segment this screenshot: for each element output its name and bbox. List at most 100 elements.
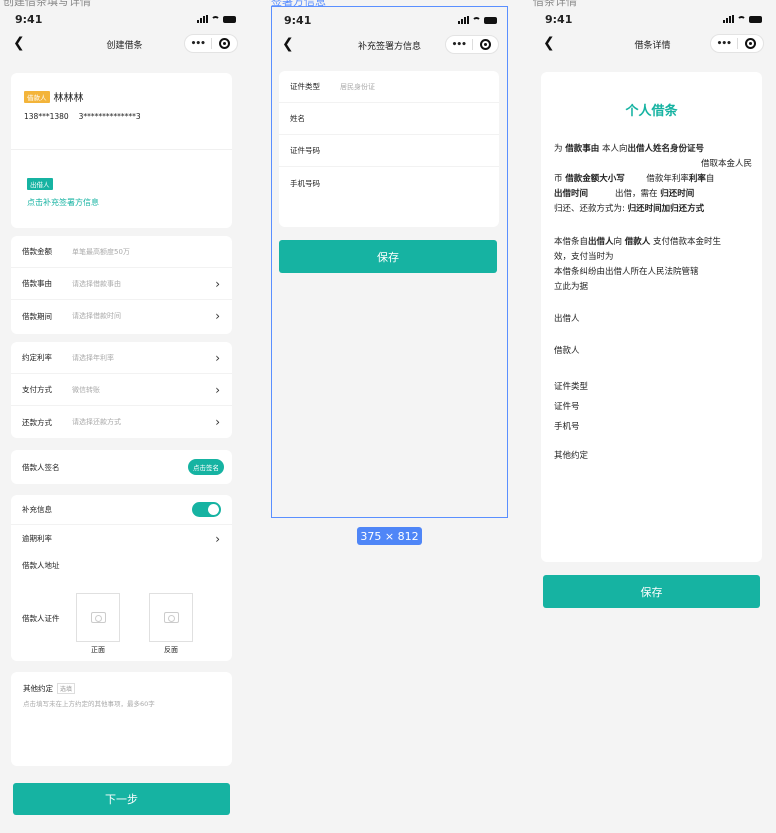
borrower-tag: 借款人 — [24, 90, 50, 103]
doc-field: 借款人 — [624, 237, 651, 247]
amount-row[interactable]: 借款金额 单笔最高额度50万 — [11, 236, 232, 268]
borrower-block: 借款人 林林林 138***1380 3**************3 — [11, 73, 232, 121]
pay-label: 支付方式 — [22, 385, 52, 394]
save-button[interactable]: 保存 — [543, 575, 760, 608]
loan-terms-card: 约定利率 请选择年利率 › 支付方式 微信转账 › 还款方式 请选择还款方式 › — [11, 342, 232, 438]
doc-field: 归还时间 — [660, 189, 695, 199]
chevron-right-icon: › — [215, 382, 220, 397]
save-button[interactable]: 保存 — [279, 240, 497, 273]
overdue-row[interactable]: 逾期利率 › — [11, 525, 232, 552]
page-title: 创建借条 — [106, 40, 143, 51]
status-time: 9:41 — [284, 13, 312, 27]
camera-icon — [163, 612, 179, 623]
address-label[interactable]: 借款人地址 — [22, 560, 72, 571]
doc-lender: 出借人 — [554, 314, 580, 324]
back-icon[interactable]: ❮ — [13, 36, 25, 50]
status-bar: 9:41 — [272, 7, 507, 33]
chevron-right-icon: › — [215, 350, 220, 365]
signature-card: 借款人签名 点击签名 — [11, 450, 232, 484]
loan-basic-card: 借款金额 单笔最高额度50万 借款事由 请选择借款事由 › 借款期间 请选择借款时间 › — [11, 236, 232, 334]
doc-text: 本借条自 — [554, 237, 589, 247]
certno-label: 证件号码 — [290, 146, 320, 155]
iou-body: 为 借款事由 本人向出借人姓名身份证号 借取本金人民 币 借款金额大小写 借款年… — [541, 119, 762, 464]
doc-phone: 手机号 — [554, 422, 580, 432]
more-icon[interactable]: ••• — [711, 39, 737, 49]
mini-program-capsule: ••• — [710, 34, 764, 53]
wifi-icon — [211, 15, 220, 23]
pay-select[interactable]: 微信转账 — [72, 385, 100, 395]
period-row[interactable]: 借款期间 请选择借款时间 › — [11, 300, 232, 332]
chevron-right-icon: › — [215, 415, 220, 429]
period-select[interactable]: 请选择借款时间 — [72, 311, 121, 321]
certtype-label: 证件类型 — [290, 82, 320, 91]
repay-row[interactable]: 还款方式 请选择还款方式 › — [11, 406, 232, 438]
iou-document: 个人借条 为 借款事由 本人向出借人姓名身份证号 借取本金人民 币 借款金额大小… — [541, 72, 762, 562]
doc-field: 借款事由 — [565, 144, 600, 154]
other-label: 其他约定 — [23, 684, 53, 693]
phone-label: 手机号码 — [290, 178, 320, 188]
signal-icon — [723, 15, 734, 23]
reason-select[interactable]: 请选择借款事由 — [72, 279, 121, 289]
phone-row[interactable]: 手机号码 — [279, 167, 499, 199]
rate-row[interactable]: 约定利率 请选择年利率 › — [11, 342, 232, 374]
name-row[interactable]: 姓名 — [279, 103, 499, 135]
close-target-icon[interactable] — [473, 39, 499, 50]
certtype-select[interactable]: 居民身份证 — [340, 82, 375, 92]
back-icon[interactable]: ❮ — [543, 36, 555, 50]
status-bar: 9:41 — [533, 6, 772, 32]
signer-form-card: 证件类型 居民身份证 姓名 证件号码 手机号码 — [279, 71, 499, 227]
doc-text: 币 — [554, 174, 563, 184]
sign-button[interactable]: 点击签名 — [188, 459, 224, 475]
other-textarea[interactable]: 点击填写未在上方约定的其他事项，最多60字 — [11, 694, 232, 712]
more-icon[interactable]: ••• — [185, 39, 211, 49]
close-target-icon[interactable] — [738, 38, 764, 49]
doc-certtype: 证件类型 — [554, 382, 589, 392]
cert-front-upload[interactable] — [76, 593, 120, 642]
doc-text: 自 — [705, 174, 715, 184]
battery-icon — [223, 15, 236, 23]
chevron-right-icon: › — [215, 531, 220, 546]
doc-text: 支付借款本金时生 — [652, 237, 721, 247]
next-button[interactable]: 下一步 — [13, 783, 230, 815]
signer-info-screen: 9:41 ❮ 补充签署方信息 ••• 证件类型 居民身份证 姓名 证件号码 手机号… — [271, 6, 508, 518]
add-signer-link[interactable]: 点击补充签署方信息 — [27, 197, 99, 208]
address-row[interactable]: 借款人地址 — [11, 552, 232, 579]
doc-text: 向 — [613, 237, 623, 247]
other-terms-card[interactable]: 其他约定 选填 点击填写未在上方约定的其他事项，最多60字 — [11, 672, 232, 766]
battery-icon — [484, 16, 497, 24]
nav-bar: ❮ 借条详情 ••• — [533, 32, 772, 56]
signal-icon — [197, 15, 208, 23]
cert-back-upload[interactable] — [149, 593, 193, 642]
more-icon[interactable]: ••• — [446, 40, 472, 50]
pay-row[interactable]: 支付方式 微信转账 › — [11, 374, 232, 406]
doc-field: 利率 — [688, 174, 706, 184]
front-label: 正面 — [91, 646, 105, 654]
page-title: 借条详情 — [634, 40, 671, 51]
borrower-name: 林林林 — [53, 93, 84, 104]
status-time: 9:41 — [15, 12, 43, 26]
rate-select[interactable]: 请选择年利率 — [72, 353, 114, 363]
borrower-phone: 138***1380 — [24, 112, 69, 121]
back-icon[interactable]: ❮ — [282, 37, 294, 51]
status-bar: 9:41 — [3, 6, 246, 32]
doc-text: 归还、还款方式为: — [554, 204, 625, 214]
repay-select[interactable]: 请选择还款方式 — [72, 417, 121, 427]
rate-label: 约定利率 — [22, 353, 52, 362]
doc-text: 为 — [554, 144, 563, 154]
doc-field: 出借人 — [588, 237, 614, 247]
back-label: 反面 — [164, 646, 178, 654]
doc-text: 出借，需在 — [615, 189, 658, 199]
amount-input[interactable]: 单笔最高额度50万 — [72, 247, 130, 257]
certno-row[interactable]: 证件号码 — [279, 135, 499, 167]
doc-borrower: 借款人 — [554, 346, 580, 356]
certtype-row[interactable]: 证件类型 居民身份证 — [279, 71, 499, 103]
close-target-icon[interactable] — [212, 38, 238, 49]
doc-text: 借款年利率 — [646, 174, 689, 184]
doc-text: 效，支付当时为 — [554, 252, 614, 262]
extra-row: 补充信息 — [11, 495, 232, 525]
reason-row[interactable]: 借款事由 请选择借款事由 › — [11, 268, 232, 300]
doc-field: 出借人姓名身份证号 — [627, 144, 704, 154]
extra-toggle[interactable] — [192, 502, 221, 517]
doc-text: 立此为据 — [554, 282, 589, 292]
period-label: 借款期间 — [22, 311, 52, 321]
